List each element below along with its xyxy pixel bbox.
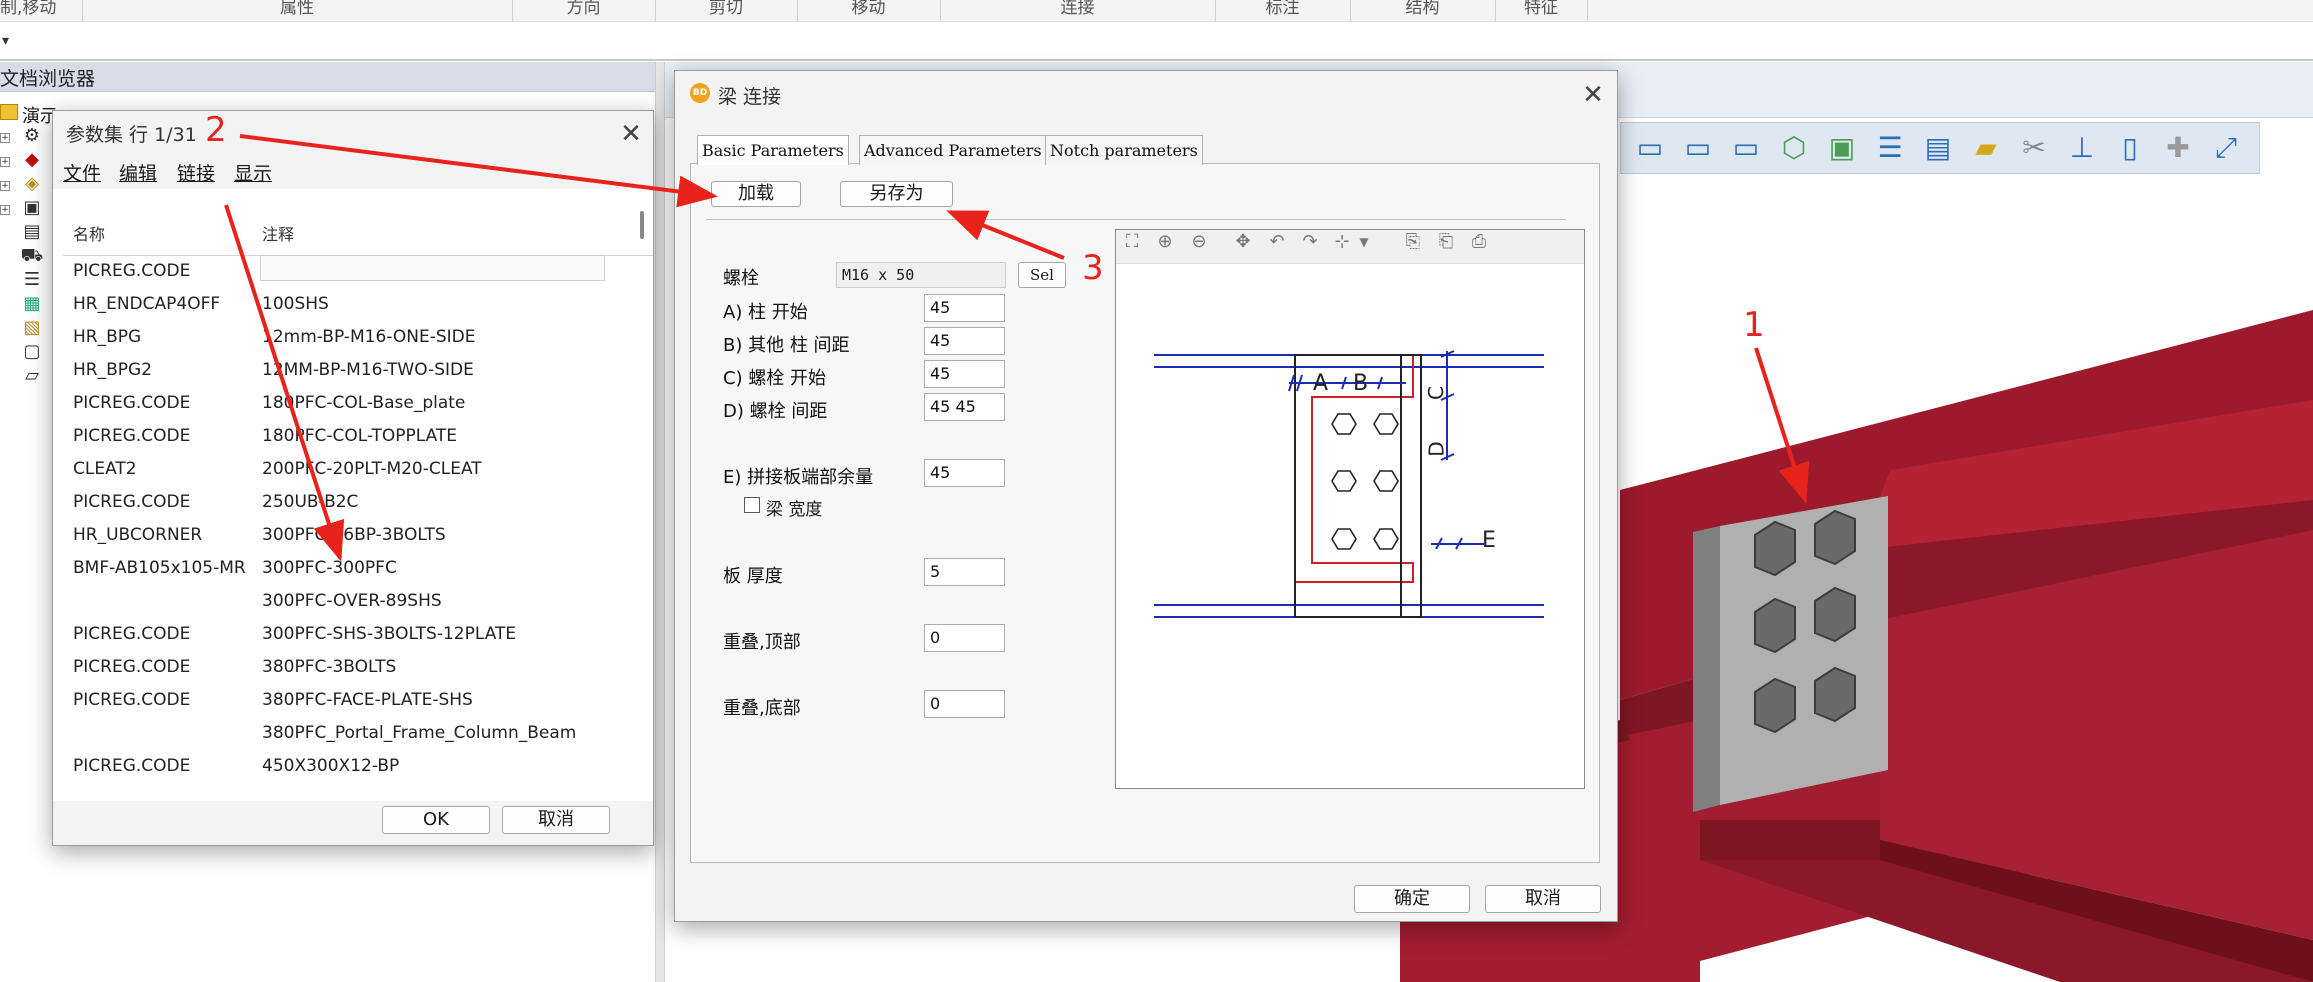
annotation-arrow-2b <box>224 204 345 562</box>
annotation-arrow-3 <box>946 210 1065 260</box>
annotation-arrow-2a <box>239 134 718 208</box>
annotation-overlay <box>224 134 1810 562</box>
annotation-label-1: 1 <box>1743 305 1765 345</box>
annotation-label-2: 2 <box>205 110 227 150</box>
annotation-label-3: 3 <box>1082 248 1104 288</box>
annotation-arrow-1 <box>1754 347 1810 504</box>
